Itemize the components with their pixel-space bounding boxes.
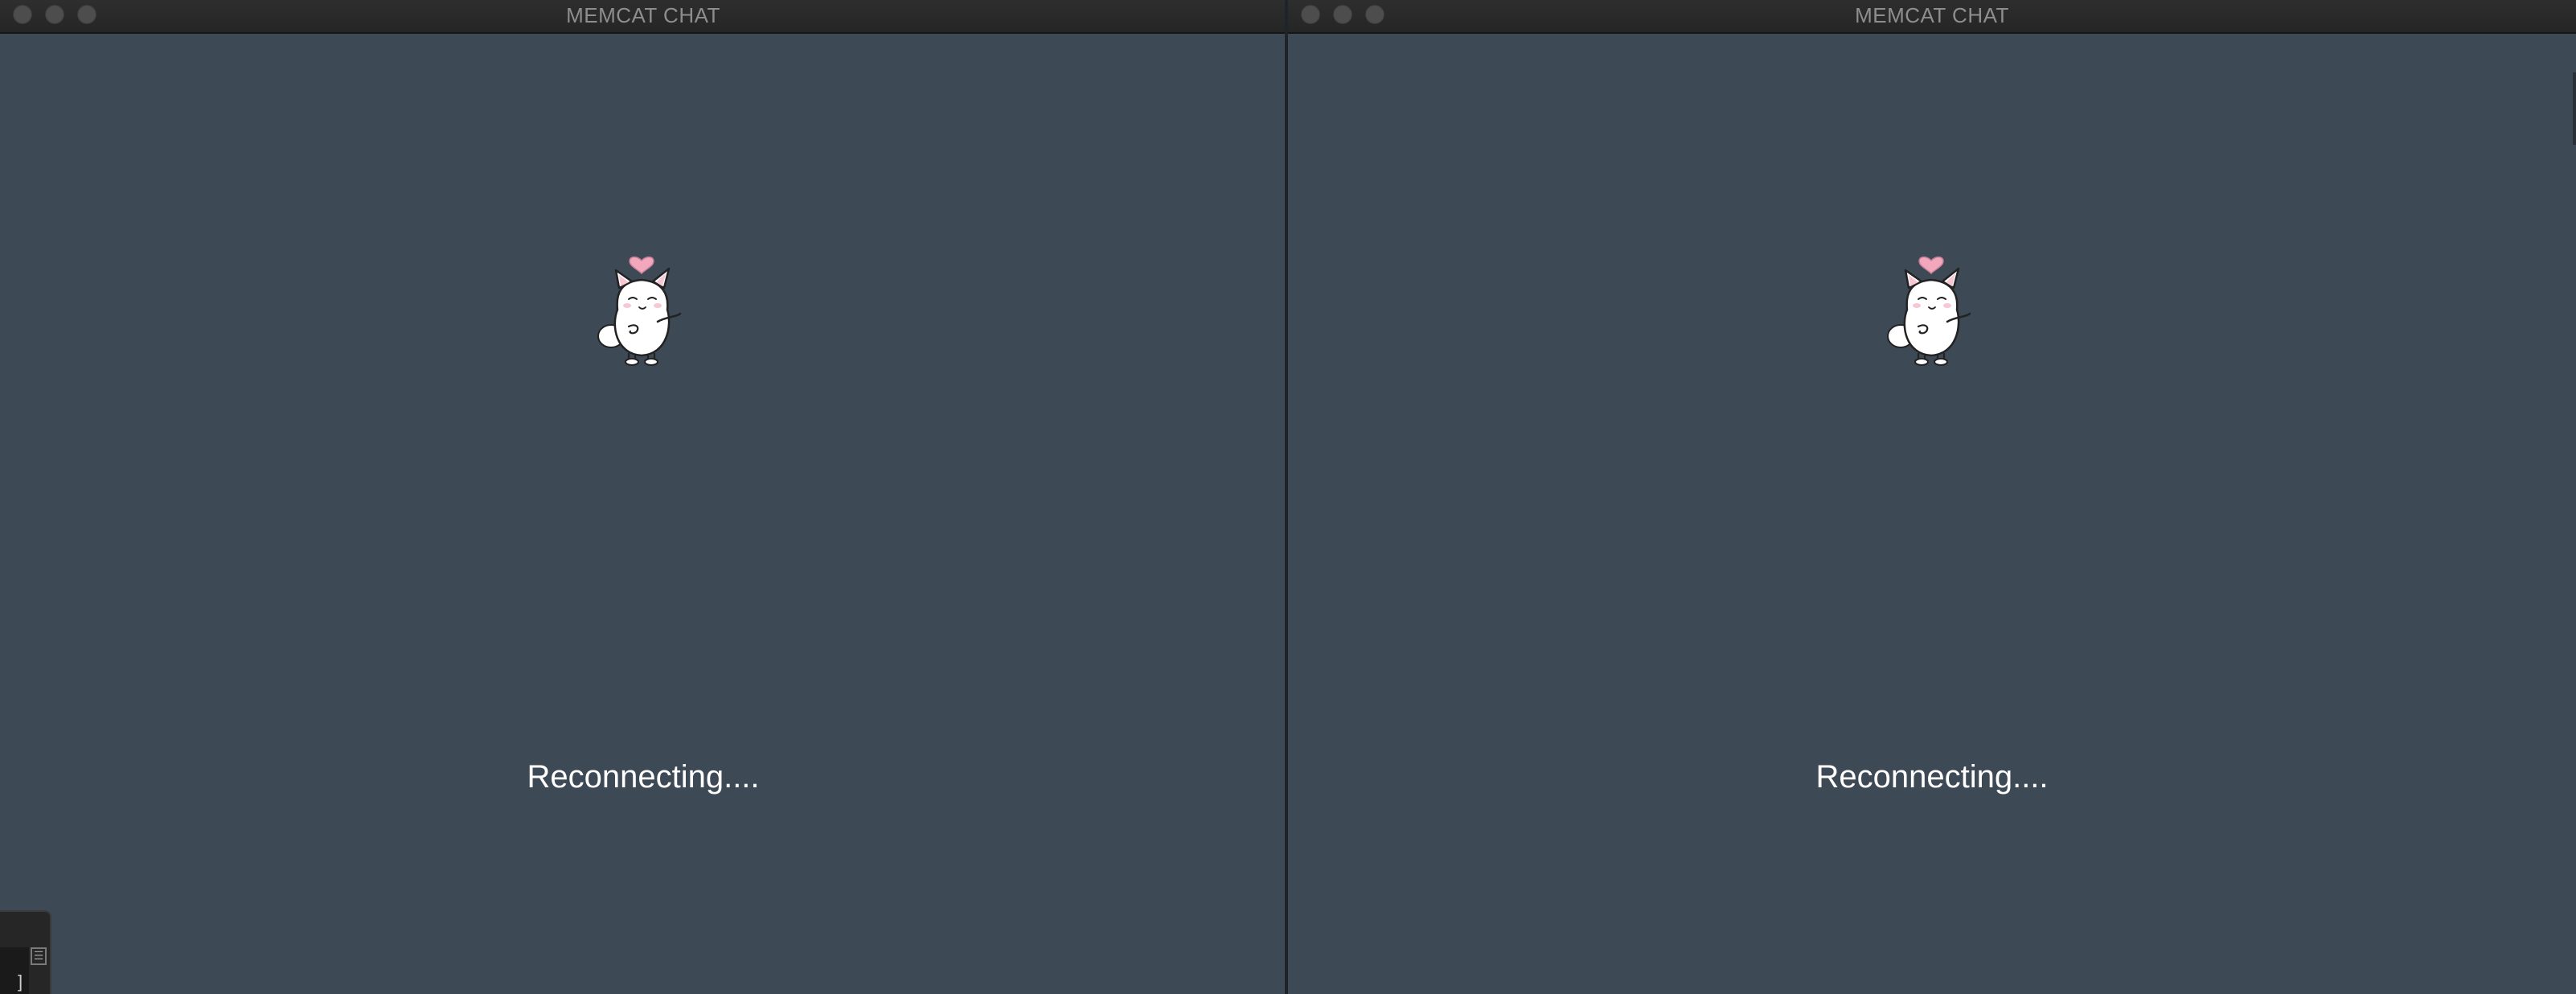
title-bar[interactable]: MEMCAT CHAT [0, 0, 1286, 34]
cat-mascot-icon [1887, 256, 1971, 366]
title-bar[interactable]: MEMCAT CHAT [1288, 0, 2576, 34]
background-app-window-fragment: ☰ ] [0, 910, 51, 994]
connection-status: Reconnecting.... [527, 759, 760, 795]
heart-icon [1918, 256, 1944, 275]
desktop: MEMCAT CHAT Reconnecting.... ☰ ] MEMCAT … [0, 0, 2576, 994]
window-title: MEMCAT CHAT [566, 3, 720, 27]
memcat-chat-window-left: MEMCAT CHAT Reconnecting.... ☰ ] [0, 0, 1286, 994]
panel-toggle-icon[interactable]: ☰ [31, 947, 47, 965]
panel-strip [0, 947, 29, 994]
window-title: MEMCAT CHAT [1855, 3, 2009, 27]
heart-icon [629, 256, 654, 275]
bracket-icon: ] [18, 971, 23, 992]
connection-status: Reconnecting.... [1815, 759, 2049, 795]
window-edge-handle[interactable] [2573, 72, 2576, 145]
cat-mascot-icon [597, 256, 682, 366]
memcat-chat-window-right: MEMCAT CHAT Reconnecting.... [1288, 0, 2576, 994]
